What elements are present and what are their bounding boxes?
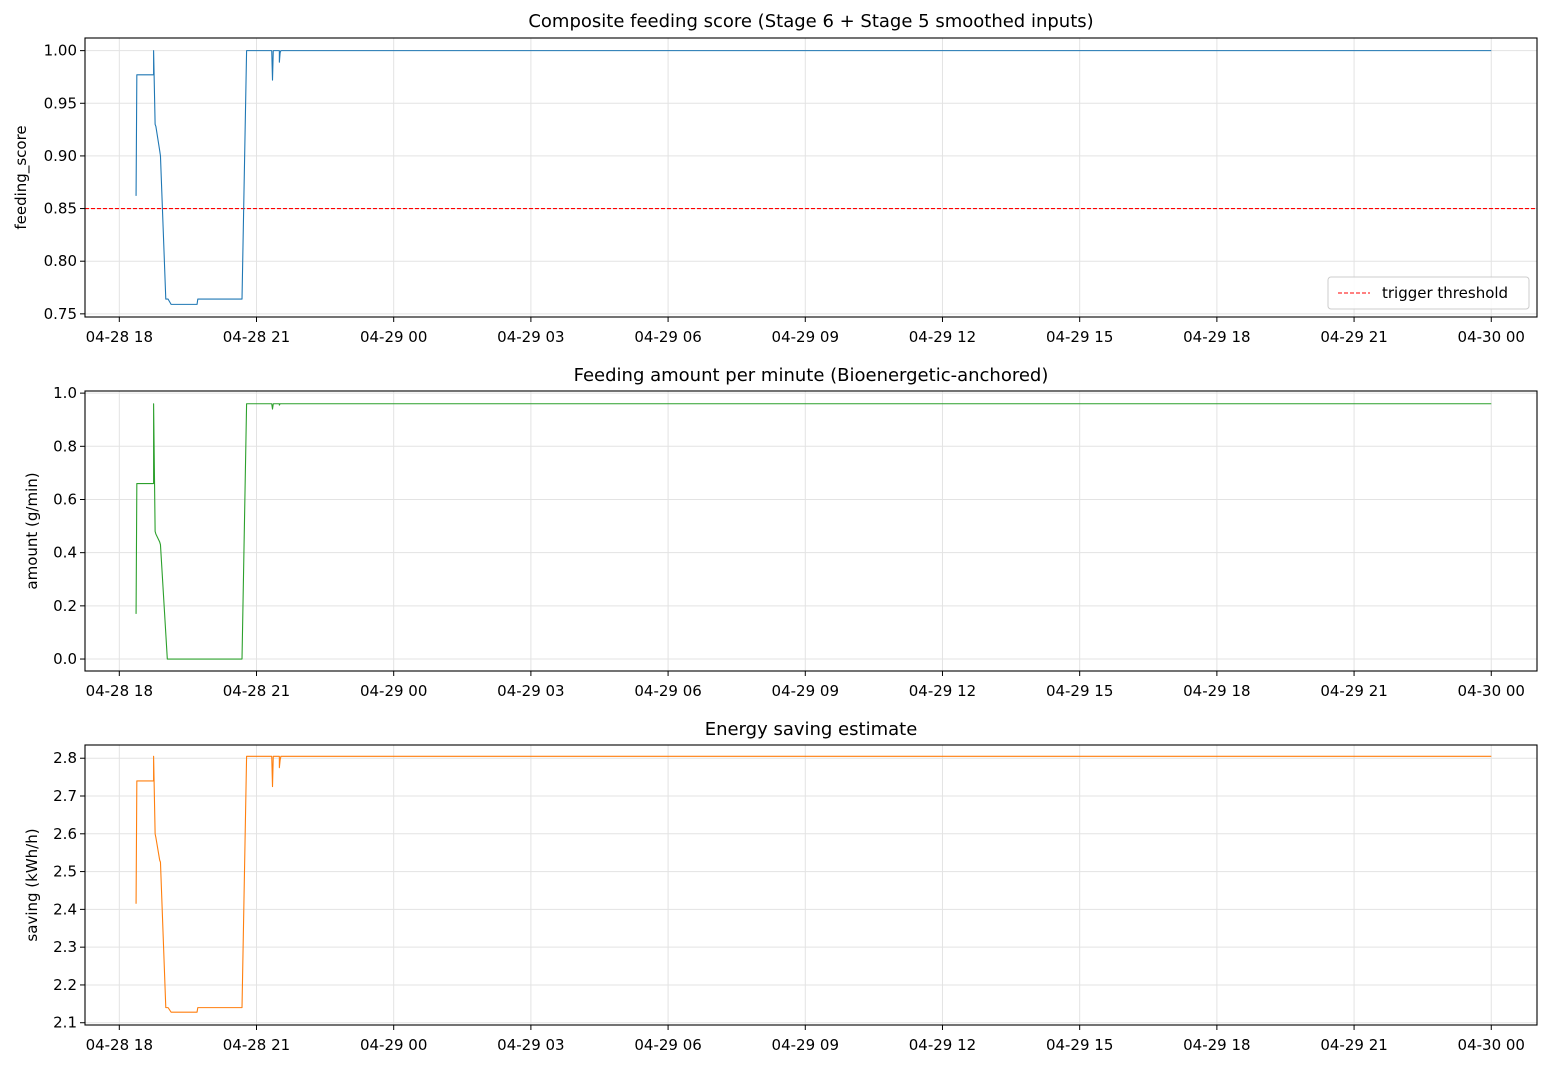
series-line-1 (135, 755, 1492, 1013)
chart-panel-2: 04-28 18 04-28 21 04-29 00 04-29 03 04-29 06… (23, 365, 1538, 700)
y-tick-label: 0.75 (44, 305, 77, 323)
y-tick-label: 0.8 (53, 437, 77, 455)
y-tick-label: 2.6 (53, 825, 77, 843)
y-tick-label: 0.2 (53, 597, 77, 615)
y-tick-label: 2.8 (53, 749, 77, 767)
y-tick-label: 1.0 (53, 384, 77, 402)
x-tick-label: 04-28 18 (86, 328, 153, 346)
y-axis-label: saving (kWh/h) (23, 828, 41, 941)
x-tick-label: 04-29 00 (360, 1036, 427, 1054)
series-line-1 (135, 403, 1492, 660)
y-tick-label: 2.5 (53, 863, 77, 881)
figure: 04-28 18 04-28 21 04-29 00 04-29 03 04-29 06… (12, 11, 1538, 1054)
y-tick-label: 0.85 (44, 200, 77, 218)
axes-frame (84, 744, 1538, 1026)
x-tick-label: 04-29 06 (634, 682, 701, 700)
legend: trigger threshold (1327, 276, 1530, 310)
x-tick-label: 04-29 00 (360, 328, 427, 346)
x-tick-label: 04-28 21 (223, 682, 290, 700)
y-tick-label: 2.1 (53, 1014, 77, 1032)
x-tick-label: 04-29 21 (1320, 682, 1387, 700)
x-tick-label: 04-29 09 (772, 1036, 839, 1054)
x-tick-label: 04-29 06 (634, 1036, 701, 1054)
x-tick-label: 04-29 09 (772, 682, 839, 700)
x-tick-label: 04-28 18 (86, 682, 153, 700)
x-tick-label: 04-29 03 (497, 1036, 564, 1054)
x-tick-label: 04-30 00 (1458, 328, 1525, 346)
axes-frame (84, 37, 1538, 318)
series-line-1 (135, 50, 1492, 305)
y-tick-label: 0.95 (44, 94, 77, 112)
x-tick-label: 04-29 21 (1320, 328, 1387, 346)
y-tick-label: 0.6 (53, 490, 77, 508)
axes-frame (84, 390, 1538, 672)
x-tick-label: 04-29 18 (1183, 682, 1250, 700)
y-tick-label: 0.80 (44, 252, 77, 270)
x-tick-label: 04-28 21 (223, 328, 290, 346)
y-tick-label: 2.3 (53, 938, 77, 956)
chart-title: Composite feeding score (Stage 6 + Stage… (528, 11, 1093, 32)
x-tick-label: 04-29 12 (909, 682, 976, 700)
chart-title: Energy saving estimate (705, 719, 918, 740)
x-tick-label: 04-29 15 (1046, 1036, 1113, 1054)
y-tick-label: 2.7 (53, 787, 77, 805)
y-tick-label: 1.00 (44, 42, 77, 60)
x-tick-label: 04-29 00 (360, 682, 427, 700)
x-tick-label: 04-29 21 (1320, 1036, 1387, 1054)
y-tick-label: 0.90 (44, 147, 77, 165)
legend-label: trigger threshold (1382, 284, 1508, 302)
x-tick-label: 04-29 09 (772, 328, 839, 346)
chart-panel-1: 04-28 18 04-28 21 04-29 00 04-29 03 04-29 06… (12, 11, 1538, 346)
y-axis-label: amount (g/min) (23, 472, 41, 589)
x-tick-label: 04-29 18 (1183, 328, 1250, 346)
y-tick-label: 0.0 (53, 650, 77, 668)
x-tick-label: 04-30 00 (1458, 682, 1525, 700)
y-tick-label: 0.4 (53, 544, 77, 562)
x-tick-label: 04-30 00 (1458, 1036, 1525, 1054)
y-tick-label: 2.2 (53, 976, 77, 994)
x-tick-label: 04-29 12 (909, 328, 976, 346)
x-tick-label: 04-28 18 (86, 1036, 153, 1054)
y-axis-label: feeding_score (12, 125, 31, 229)
x-tick-label: 04-29 12 (909, 1036, 976, 1054)
x-tick-label: 04-28 21 (223, 1036, 290, 1054)
x-tick-label: 04-29 06 (634, 328, 701, 346)
chart-panel-3: 04-28 18 04-28 21 04-29 00 04-29 03 04-29 06… (23, 719, 1538, 1054)
x-tick-label: 04-29 15 (1046, 682, 1113, 700)
x-tick-label: 04-29 03 (497, 328, 564, 346)
x-tick-label: 04-29 03 (497, 682, 564, 700)
x-tick-label: 04-29 18 (1183, 1036, 1250, 1054)
y-tick-label: 2.4 (53, 900, 77, 918)
chart-title: Feeding amount per minute (Bioenergetic-… (574, 365, 1049, 386)
x-tick-label: 04-29 15 (1046, 328, 1113, 346)
